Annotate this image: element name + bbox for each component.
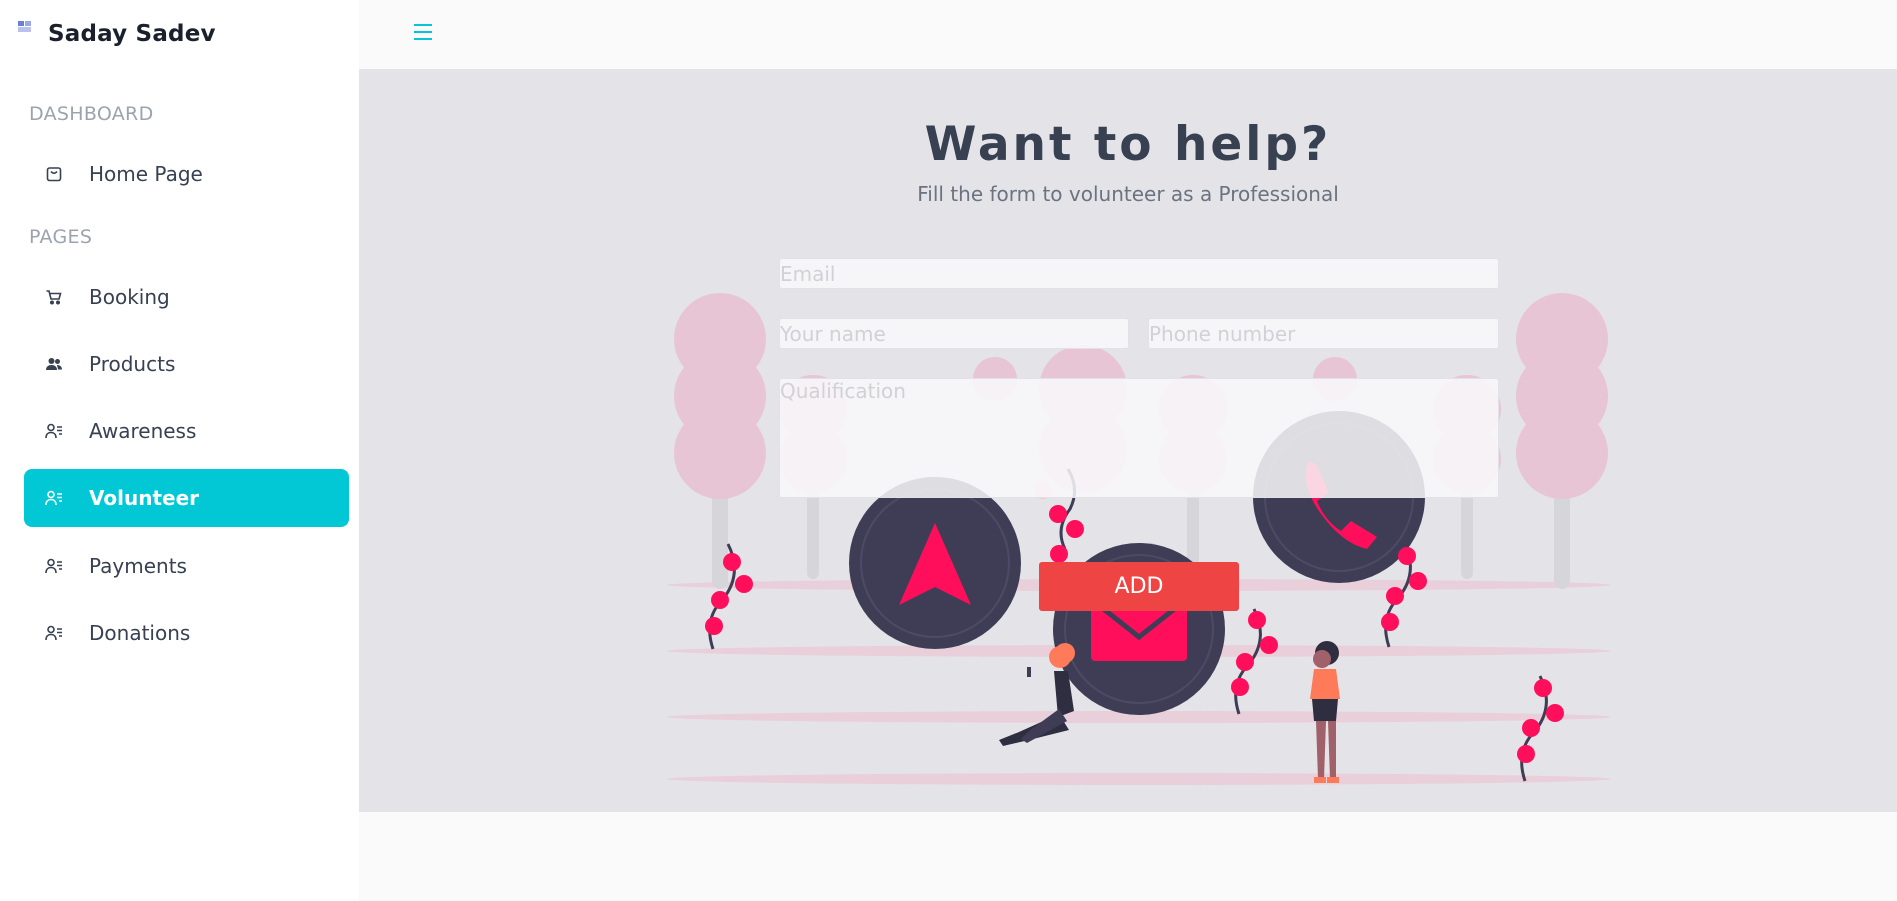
email-field[interactable] xyxy=(779,258,1499,289)
main-content: Want to help? Fill the form to volunteer… xyxy=(359,69,1897,812)
app-logo-icon xyxy=(18,21,31,32)
sidebar: Saday Sadev DASHBOARD Home Page PAGES Bo… xyxy=(0,0,359,901)
phone-field[interactable] xyxy=(1148,318,1499,349)
user-list-icon xyxy=(44,488,64,508)
user-list-icon xyxy=(44,556,64,576)
sidebar-item-label: Products xyxy=(89,352,176,376)
users-icon xyxy=(44,354,64,374)
section-label-dashboard: DASHBOARD xyxy=(29,103,154,125)
qualification-field[interactable] xyxy=(779,378,1499,498)
sidebar-item-label: Awareness xyxy=(89,419,197,443)
user-list-icon xyxy=(44,623,64,643)
cart-icon xyxy=(44,287,64,307)
add-button[interactable]: ADD xyxy=(1039,562,1239,611)
sidebar-item-home-page[interactable]: Home Page xyxy=(24,145,349,203)
brand[interactable]: Saday Sadev xyxy=(17,14,216,54)
hamburger-icon[interactable] xyxy=(411,20,435,44)
sidebar-item-label: Donations xyxy=(89,621,191,645)
page-title: Want to help? xyxy=(924,117,1332,172)
sidebar-item-products[interactable]: Products xyxy=(24,335,349,393)
topbar xyxy=(359,0,1897,69)
footer-area xyxy=(359,812,1897,901)
sidebar-item-payments[interactable]: Payments xyxy=(24,537,349,595)
page-subtitle: Fill the form to volunteer as a Professi… xyxy=(917,182,1339,206)
sidebar-item-booking[interactable]: Booking xyxy=(24,268,349,326)
sidebar-item-label: Volunteer xyxy=(89,486,200,510)
brand-name: Saday Sadev xyxy=(48,21,216,47)
sidebar-item-label: Payments xyxy=(89,554,187,578)
sidebar-item-label: Home Page xyxy=(89,162,203,186)
sidebar-item-donations[interactable]: Donations xyxy=(24,604,349,662)
user-list-icon xyxy=(44,421,64,441)
name-field[interactable] xyxy=(779,318,1129,349)
section-label-pages: PAGES xyxy=(29,226,93,248)
sidebar-item-awareness[interactable]: Awareness xyxy=(24,402,349,460)
bag-icon xyxy=(44,164,64,184)
sidebar-item-label: Booking xyxy=(89,285,170,309)
sidebar-item-volunteer[interactable]: Volunteer xyxy=(24,469,349,527)
